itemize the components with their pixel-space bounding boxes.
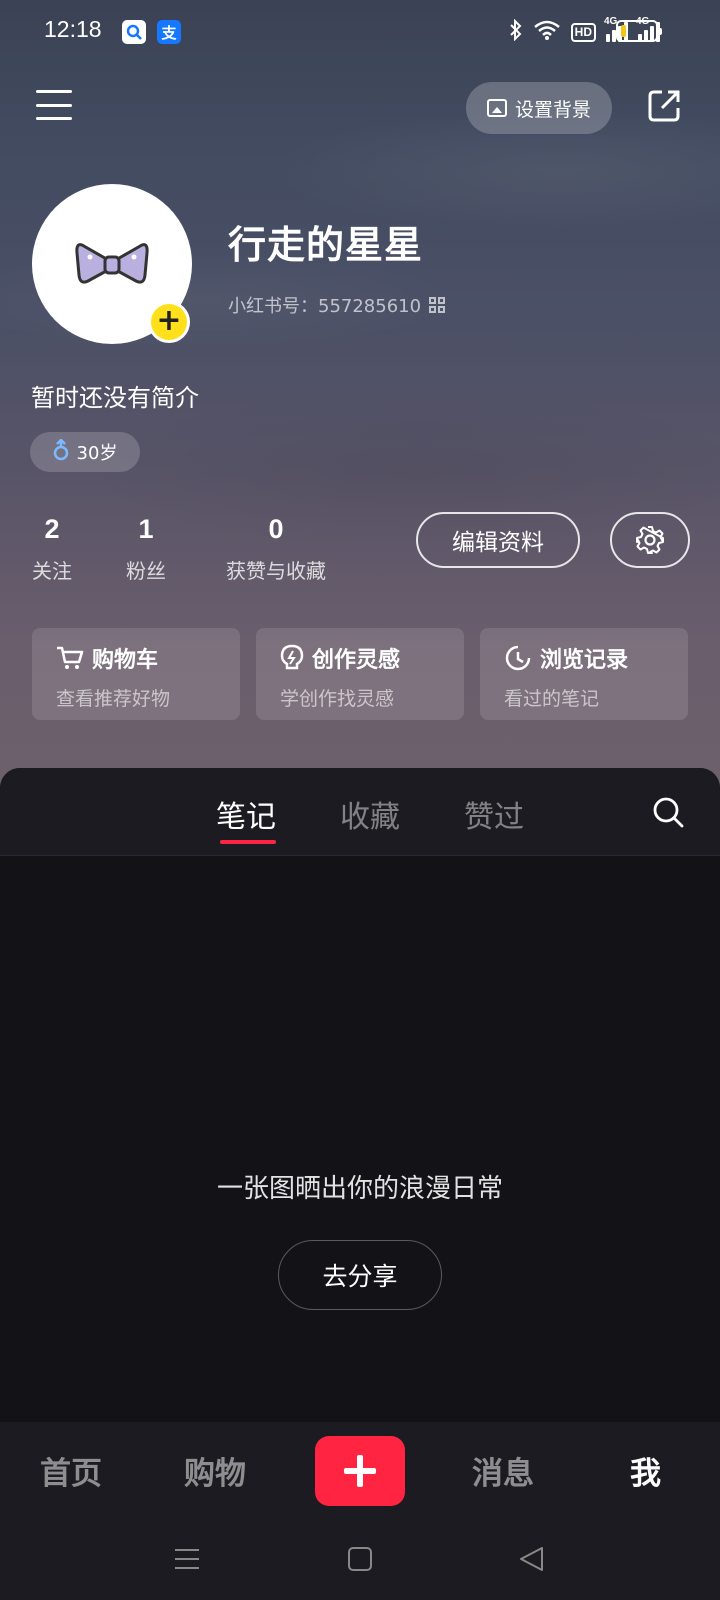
- lightbulb-icon: [280, 644, 304, 670]
- nav-messages[interactable]: 消息: [472, 1448, 534, 1493]
- tab-notes[interactable]: 笔记: [216, 792, 276, 836]
- avatar-add-button[interactable]: +: [148, 301, 190, 343]
- card-browse-history[interactable]: 浏览记录 看过的笔记: [480, 628, 688, 720]
- nav-me[interactable]: 我: [630, 1448, 661, 1493]
- recent-apps-icon[interactable]: [174, 1546, 200, 1576]
- plus-icon: [344, 1455, 376, 1487]
- bow-tie-icon: [75, 243, 149, 284]
- male-icon: [53, 437, 69, 466]
- set-background-label: 设置背景: [514, 98, 591, 121]
- search-icon[interactable]: [652, 796, 684, 828]
- likes-label: 获赞与收藏: [226, 559, 326, 583]
- set-background-button[interactable]: 设置背景: [466, 82, 612, 134]
- following-label: 关注: [32, 559, 72, 583]
- bottom-navigation: 首页 购物 消息 我: [0, 1422, 720, 1522]
- profile-header-background: 12:18 支 HD 4G 4G 设置背景 + 行走的星星 小红书号：55728…: [0, 0, 720, 790]
- card-title-inspiration: 创作灵感: [312, 648, 401, 673]
- edit-profile-button[interactable]: 编辑资料: [416, 512, 580, 568]
- username: 行走的星星: [228, 223, 424, 267]
- stat-likes-and-collects[interactable]: 0 获赞与收藏: [220, 514, 332, 584]
- bio-text: 暂时还没有简介: [31, 384, 199, 412]
- nav-shopping[interactable]: 购物: [184, 1448, 246, 1493]
- user-id-text: 小红书号：557285610: [228, 296, 422, 317]
- clock-icon: [505, 645, 531, 671]
- card-subtitle-cart: 查看推荐好物: [56, 688, 171, 710]
- battery-icon: [616, 20, 662, 42]
- likes-count: 0: [268, 514, 284, 544]
- back-icon[interactable]: [518, 1546, 544, 1576]
- card-subtitle-inspiration: 学创作找灵感: [280, 688, 395, 710]
- create-post-button[interactable]: [315, 1436, 405, 1506]
- followers-label: 粉丝: [126, 559, 166, 583]
- stat-followers[interactable]: 1 粉丝: [124, 514, 168, 584]
- alipay-app-icon: 支: [157, 20, 181, 44]
- card-title-history: 浏览记录: [540, 648, 629, 673]
- card-shopping-cart[interactable]: 购物车 查看推荐好物: [32, 628, 240, 720]
- content-tabs: 笔记 收藏 赞过: [0, 768, 720, 856]
- search-app-icon: [122, 20, 146, 44]
- go-share-button[interactable]: 去分享: [278, 1240, 442, 1310]
- share-icon[interactable]: [646, 88, 682, 124]
- content-panel: 笔记 收藏 赞过 一张图晒出你的浪漫日常 去分享: [0, 768, 720, 1422]
- wifi-icon: [533, 20, 561, 45]
- age-badge: 30岁: [30, 432, 140, 472]
- gear-icon: [636, 526, 664, 554]
- settings-button[interactable]: [610, 512, 690, 568]
- home-icon[interactable]: [347, 1546, 373, 1576]
- active-tab-indicator: [220, 840, 276, 844]
- following-count: 2: [44, 514, 60, 544]
- status-bar: 12:18 支 HD 4G 4G: [0, 0, 720, 64]
- card-creative-inspiration[interactable]: 创作灵感 学创作找灵感: [256, 628, 464, 720]
- hd-voice-icon: HD: [570, 22, 596, 42]
- tab-collections[interactable]: 收藏: [340, 792, 400, 836]
- cart-icon: [57, 646, 84, 669]
- nav-home[interactable]: 首页: [40, 1448, 102, 1493]
- card-title-cart: 购物车: [92, 648, 159, 673]
- age-text: 30岁: [76, 443, 118, 464]
- stat-following[interactable]: 2 关注: [30, 514, 74, 584]
- tab-liked[interactable]: 赞过: [464, 792, 524, 836]
- followers-count: 1: [138, 514, 154, 544]
- menu-icon[interactable]: [36, 90, 72, 120]
- bluetooth-icon: [509, 18, 523, 46]
- empty-state-message: 一张图晒出你的浪漫日常: [216, 1174, 503, 1204]
- qr-code-icon[interactable]: [429, 297, 446, 313]
- image-icon: [486, 99, 507, 117]
- status-time: 12:18: [44, 16, 102, 42]
- card-subtitle-history: 看过的笔记: [504, 688, 600, 710]
- user-id: 小红书号：557285610: [228, 292, 446, 318]
- system-navigation-bar: [0, 1522, 720, 1600]
